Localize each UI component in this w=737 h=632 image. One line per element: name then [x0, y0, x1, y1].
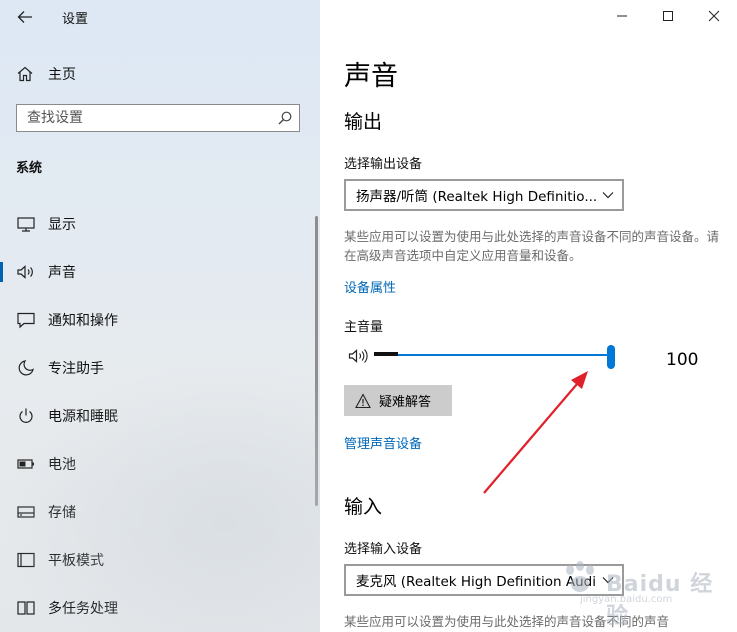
- minimize-button[interactable]: [599, 0, 645, 32]
- troubleshoot-label: 疑难解答: [379, 395, 432, 410]
- sidebar-nav: 显示 声音 通知和操作 专注助手 电源和睡眠 电池 存储 平板模式 多任务处理: [0, 200, 320, 632]
- battery-icon: [17, 459, 34, 469]
- sidebar-item-label: 电池: [48, 457, 76, 473]
- main-content: 声音 输出 选择输出设备 扬声器/听筒 (Realtek High Defini…: [320, 0, 737, 632]
- speaker-icon: [17, 265, 33, 279]
- baidu-watermark: Baidu 经验 jingyan.baidu.com: [560, 560, 730, 629]
- app-title: 设置: [62, 12, 89, 27]
- volume-slider-thumb[interactable]: [607, 345, 615, 369]
- volume-value: 100: [666, 350, 699, 370]
- volume-slider-track[interactable]: [374, 354, 612, 356]
- warning-icon: [355, 392, 371, 408]
- sidebar-item-notifications[interactable]: 通知和操作: [0, 296, 320, 344]
- device-properties-link[interactable]: 设备属性: [344, 277, 396, 296]
- moon-icon: [18, 360, 34, 376]
- sidebar-item-sound[interactable]: 声音: [0, 248, 320, 296]
- input-device-label: 选择输入设备: [344, 542, 423, 557]
- output-device-label: 选择输出设备: [344, 157, 423, 172]
- home-nav-item[interactable]: 主页: [16, 62, 306, 86]
- watermark-url: jingyan.baidu.com: [580, 594, 673, 605]
- sidebar-item-label: 声音: [48, 265, 76, 281]
- sidebar-item-label: 平板模式: [48, 553, 104, 569]
- sidebar-scrollbar[interactable]: [315, 216, 318, 506]
- sidebar-item-label: 专注助手: [48, 361, 104, 377]
- sidebar-item-tablet-mode[interactable]: 平板模式: [0, 536, 320, 584]
- back-arrow-icon: [17, 11, 32, 23]
- close-icon: [708, 10, 720, 22]
- output-description: 某些应用可以设置为使用与此处选择的声音设备不同的声音设备。请在高级声音选项中自定…: [344, 229, 720, 263]
- volume-label: 主音量: [344, 320, 384, 335]
- output-device-dropdown[interactable]: 扬声器/听筒 (Realtek High Definitio...: [344, 179, 624, 211]
- home-icon: [17, 66, 33, 82]
- sidebar-item-power-sleep[interactable]: 电源和睡眠: [0, 392, 320, 440]
- sidebar-item-battery[interactable]: 电池: [0, 440, 320, 488]
- close-button[interactable]: [691, 0, 737, 32]
- minimize-icon: [617, 15, 627, 17]
- input-device-value: 麦克风 (Realtek High Definition Audio): [356, 574, 596, 590]
- tablet-icon: [17, 552, 35, 568]
- input-heading: 输入: [344, 496, 383, 518]
- sidebar-item-focus-assist[interactable]: 专注助手: [0, 344, 320, 392]
- search-box[interactable]: [16, 104, 300, 132]
- page-title: 声音: [344, 61, 398, 92]
- monitor-icon: [17, 217, 35, 232]
- chevron-down-icon: [602, 192, 614, 199]
- volume-speaker-icon[interactable]: [348, 347, 368, 365]
- notification-icon: [17, 312, 35, 329]
- home-label: 主页: [48, 67, 76, 83]
- multitask-icon: [17, 601, 35, 615]
- back-button[interactable]: [14, 6, 36, 28]
- sidebar: 设置 主页 系统 显示 声音: [0, 0, 320, 632]
- storage-icon: [17, 506, 35, 518]
- sidebar-item-display[interactable]: 显示: [0, 200, 320, 248]
- annotation-arrow: [483, 371, 588, 494]
- search-input[interactable]: [17, 105, 277, 131]
- maximize-icon: [663, 11, 673, 21]
- sidebar-item-label: 电源和睡眠: [48, 409, 118, 425]
- volume-slider-start: [374, 352, 398, 356]
- sidebar-item-label: 多任务处理: [48, 601, 118, 617]
- sidebar-item-label: 显示: [48, 217, 76, 233]
- output-heading: 输出: [344, 111, 383, 133]
- section-label: 系统: [16, 161, 43, 176]
- sidebar-item-label: 存储: [48, 505, 76, 521]
- paw-logo-icon: [566, 561, 594, 592]
- sidebar-item-multitasking[interactable]: 多任务处理: [0, 584, 320, 632]
- power-icon: [19, 408, 33, 423]
- output-device-value: 扬声器/听筒 (Realtek High Definitio...: [356, 189, 596, 205]
- sidebar-item-storage[interactable]: 存储: [0, 488, 320, 536]
- sidebar-item-label: 通知和操作: [48, 313, 118, 329]
- manage-sound-devices-link[interactable]: 管理声音设备: [344, 433, 422, 452]
- maximize-button[interactable]: [645, 0, 691, 32]
- search-icon[interactable]: [277, 110, 293, 126]
- troubleshoot-button[interactable]: 疑难解答: [344, 385, 452, 416]
